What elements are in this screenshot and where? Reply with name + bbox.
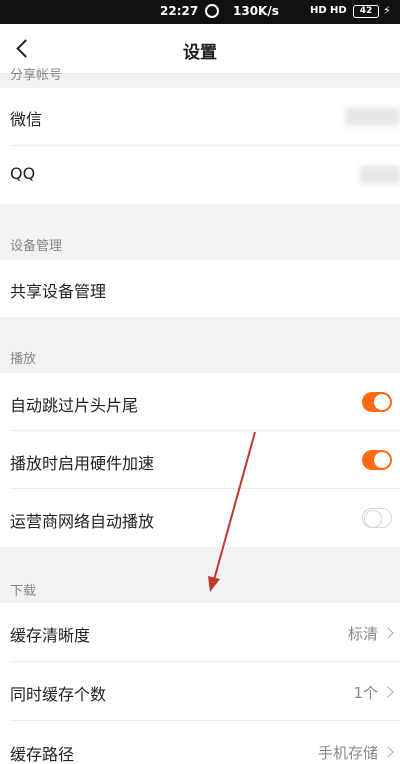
row-label: 同时缓存个数 <box>10 685 107 704</box>
account-value-blurred <box>360 166 400 184</box>
row-share-device[interactable]: 共享设备管理 <box>0 260 400 317</box>
row-value: 标清 <box>347 625 378 643</box>
row-label: 共享设备管理 <box>10 282 107 301</box>
row-cache-count[interactable]: 同时缓存个数 1个 <box>0 662 400 721</box>
net-speed: 130K/s <box>233 4 279 18</box>
row-wechat[interactable]: 微信 <box>0 88 400 146</box>
row-cache-quality[interactable]: 缓存清晰度 标清 <box>0 603 400 662</box>
account-value-blurred <box>345 108 400 126</box>
chevron-right-icon <box>382 746 394 758</box>
toggle-hw-accel[interactable] <box>362 450 392 470</box>
charging-icon: ⚡ <box>383 4 391 17</box>
row-qq[interactable]: QQ <box>0 146 400 204</box>
toggle-carrier-autoplay[interactable] <box>362 508 392 528</box>
row-skip-intro: 自动跳过片头片尾 <box>0 373 400 431</box>
row-label: 播放时启用硬件加速 <box>10 454 155 473</box>
status-time: 22:27 <box>160 4 199 18</box>
status-bar: 22:27 130K/s HD HD 42 ⚡ <box>0 0 400 24</box>
section-play: 播放 <box>10 352 37 367</box>
row-label: 运营商网络自动播放 <box>10 512 155 531</box>
signal-icon: HD <box>310 5 327 16</box>
row-label: 自动跳过片头片尾 <box>10 396 139 415</box>
row-label: QQ <box>10 164 36 183</box>
row-label: 微信 <box>10 110 43 129</box>
row-cache-path[interactable]: 缓存路径 手机存储 <box>0 721 400 764</box>
section-download: 下载 <box>10 584 37 599</box>
section-share-account: 分享帐号 <box>10 68 63 83</box>
chevron-right-icon <box>382 686 394 698</box>
sync-icon <box>205 4 219 18</box>
signal-icon-2: HD <box>330 5 347 16</box>
chevron-right-icon <box>382 627 394 639</box>
row-value: 手机存储 <box>317 744 378 762</box>
row-value: 1个 <box>353 684 378 702</box>
battery-icon: 42 <box>353 5 379 18</box>
section-device: 设备管理 <box>10 239 63 254</box>
toggle-skip-intro[interactable] <box>362 392 392 412</box>
row-label: 缓存路径 <box>10 745 75 764</box>
row-carrier-autoplay: 运营商网络自动播放 <box>0 489 400 547</box>
row-label: 缓存清晰度 <box>10 626 91 645</box>
row-hw-accel: 播放时启用硬件加速 <box>0 431 400 489</box>
page-title: 设置 <box>183 43 217 63</box>
